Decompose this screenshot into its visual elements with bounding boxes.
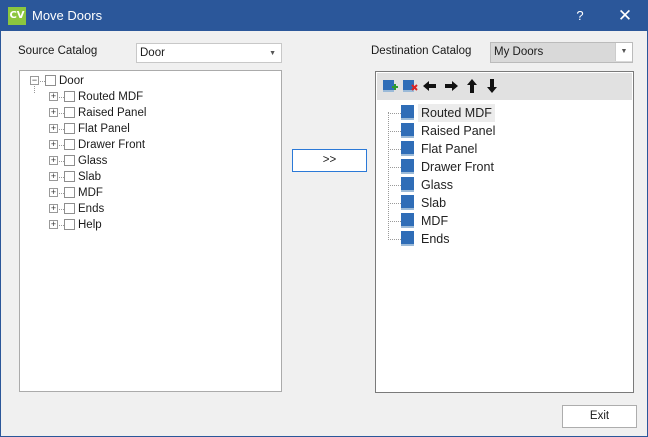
expand-icon[interactable]: + bbox=[49, 124, 58, 133]
expand-icon[interactable]: + bbox=[49, 140, 58, 149]
tree-root-label: Door bbox=[59, 75, 84, 87]
destination-item-label: MDF bbox=[421, 214, 449, 228]
destination-tree[interactable]: Routed MDF Raised Panel Flat Panel Drawer F… bbox=[375, 71, 634, 393]
destination-catalog-select[interactable]: My Doors ▼ bbox=[490, 42, 633, 63]
checkbox[interactable] bbox=[45, 75, 56, 86]
destination-catalog-label: Destination Catalog bbox=[371, 45, 472, 57]
checkbox[interactable] bbox=[64, 203, 75, 214]
expand-icon[interactable]: + bbox=[49, 204, 58, 213]
close-icon: ✕ bbox=[617, 6, 633, 25]
destination-item[interactable]: MDF bbox=[388, 212, 588, 230]
tree-item[interactable]: + MDF bbox=[49, 185, 199, 201]
tree-root-row[interactable]: − Door bbox=[30, 73, 180, 89]
door-catalog-icon bbox=[401, 105, 414, 120]
source-catalog-select[interactable]: Door ▼ bbox=[136, 43, 282, 63]
door-catalog-icon bbox=[401, 195, 414, 210]
close-button[interactable]: ✕ bbox=[603, 1, 647, 31]
chevron-down-icon: ▼ bbox=[269, 50, 276, 57]
help-button[interactable]: ? bbox=[558, 1, 602, 31]
expand-icon[interactable]: + bbox=[49, 92, 58, 101]
exit-button[interactable]: Exit bbox=[562, 405, 637, 428]
destination-item-label: Flat Panel bbox=[421, 142, 478, 156]
add-folder-icon[interactable] bbox=[382, 78, 398, 94]
window-title: Move Doors bbox=[32, 8, 103, 23]
checkbox[interactable] bbox=[64, 171, 75, 182]
checkbox[interactable] bbox=[64, 123, 75, 134]
destination-item[interactable]: Flat Panel bbox=[388, 140, 588, 158]
destination-item-label: Routed MDF bbox=[418, 104, 495, 122]
app-icon: CV bbox=[8, 7, 26, 25]
tree-item-label: Ends bbox=[78, 203, 105, 215]
destination-toolbar bbox=[377, 73, 632, 100]
tree-item-label: Drawer Front bbox=[78, 139, 146, 151]
tree-item[interactable]: + Drawer Front bbox=[49, 137, 199, 153]
expand-icon[interactable]: + bbox=[49, 188, 58, 197]
tree-item-label: Help bbox=[78, 219, 102, 231]
checkbox[interactable] bbox=[64, 91, 75, 102]
door-catalog-icon bbox=[401, 213, 414, 228]
expand-icon[interactable]: + bbox=[49, 156, 58, 165]
expand-icon[interactable]: + bbox=[49, 172, 58, 181]
tree-item[interactable]: + Slab bbox=[49, 169, 199, 185]
arrow-up-icon[interactable] bbox=[464, 78, 480, 94]
checkbox[interactable] bbox=[64, 155, 75, 166]
arrow-left-icon[interactable] bbox=[422, 78, 438, 94]
arrow-down-icon[interactable] bbox=[484, 78, 500, 94]
destination-item[interactable]: Routed MDF bbox=[388, 104, 588, 122]
door-catalog-icon bbox=[401, 231, 414, 246]
expand-icon[interactable]: + bbox=[49, 108, 58, 117]
door-catalog-icon bbox=[401, 177, 414, 192]
checkbox[interactable] bbox=[64, 139, 75, 150]
arrow-right-icon[interactable] bbox=[443, 78, 459, 94]
door-catalog-icon bbox=[401, 159, 414, 174]
tree-item-label: MDF bbox=[78, 187, 103, 199]
destination-item-label: Slab bbox=[421, 196, 447, 210]
chevron-down-icon: ▼ bbox=[615, 43, 632, 61]
delete-folder-icon[interactable] bbox=[402, 78, 418, 94]
move-button[interactable]: >> bbox=[292, 149, 367, 172]
tree-item[interactable]: + Help bbox=[49, 217, 199, 233]
source-catalog-label: Source Catalog bbox=[18, 45, 98, 57]
destination-item[interactable]: Raised Panel bbox=[388, 122, 588, 140]
destination-item[interactable]: Slab bbox=[388, 194, 588, 212]
destination-item[interactable]: Ends bbox=[388, 230, 588, 248]
tree-item[interactable]: + Ends bbox=[49, 201, 199, 217]
tree-item[interactable]: + Raised Panel bbox=[49, 105, 199, 121]
tree-item-label: Glass bbox=[78, 155, 108, 167]
checkbox[interactable] bbox=[64, 107, 75, 118]
destination-catalog-value: My Doors bbox=[494, 46, 544, 58]
checkbox[interactable] bbox=[64, 219, 75, 230]
expand-icon[interactable]: + bbox=[49, 220, 58, 229]
collapse-icon[interactable]: − bbox=[30, 76, 39, 85]
source-tree[interactable]: − Door + Routed MDF + Raised Panel + Flat Pan… bbox=[19, 70, 282, 392]
destination-item[interactable]: Glass bbox=[388, 176, 588, 194]
destination-item[interactable]: Drawer Front bbox=[388, 158, 588, 176]
tree-item[interactable]: + Flat Panel bbox=[49, 121, 199, 137]
title-bar: CV Move Doors ? ✕ bbox=[1, 1, 647, 31]
door-catalog-icon bbox=[401, 141, 414, 156]
door-catalog-icon bbox=[401, 123, 414, 138]
tree-item[interactable]: + Routed MDF bbox=[49, 89, 199, 105]
tree-item-label: Raised Panel bbox=[78, 107, 147, 119]
tree-item-label: Routed MDF bbox=[78, 91, 144, 103]
source-catalog-value: Door bbox=[140, 47, 165, 59]
destination-item-label: Drawer Front bbox=[421, 160, 494, 174]
destination-item-label: Raised Panel bbox=[421, 124, 496, 138]
checkbox[interactable] bbox=[64, 187, 75, 198]
move-doors-dialog: CV Move Doors ? ✕ Source Catalog Door ▼ … bbox=[0, 0, 648, 437]
tree-item[interactable]: + Glass bbox=[49, 153, 199, 169]
tree-item-label: Flat Panel bbox=[78, 123, 130, 135]
destination-item-label: Glass bbox=[421, 178, 453, 192]
destination-item-label: Ends bbox=[421, 232, 450, 246]
tree-item-label: Slab bbox=[78, 171, 102, 183]
